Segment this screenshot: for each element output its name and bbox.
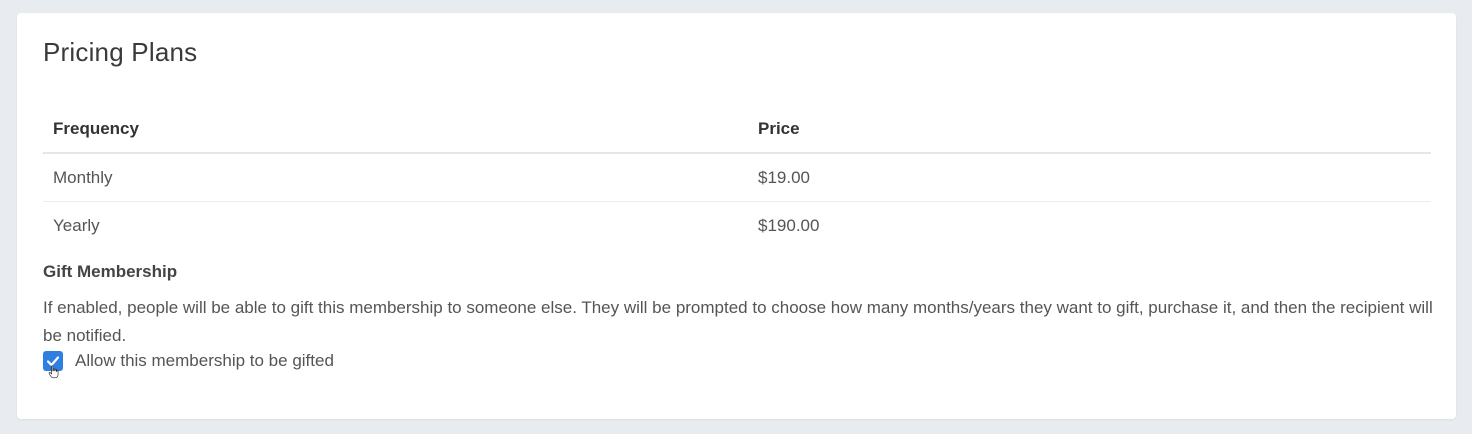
gift-membership-description: If enabled, people will be able to gift … [43,298,1433,345]
card-title: Pricing Plans [43,37,198,67]
table-row: Yearly $190.00 [43,202,1431,250]
header-frequency: Frequency [43,105,748,154]
table-row: Monthly $19.00 [43,153,1431,202]
allow-gift-checkbox-row[interactable]: Allow this membership to be gifted [43,351,334,379]
row-price: $19.00 [748,153,1431,202]
pricing-table: Frequency Price Monthly $19.00 Yearly $1… [43,105,1431,249]
gift-membership-heading: Gift Membership [43,262,178,281]
hand-pointer-icon [48,365,59,379]
allow-gift-checkbox[interactable] [43,351,63,379]
header-price: Price [748,105,1431,154]
allow-gift-checkbox-label[interactable]: Allow this membership to be gifted [75,351,334,371]
row-frequency: Yearly [53,215,100,235]
table-header-row: Frequency Price [43,105,1431,154]
row-frequency: Monthly [43,153,748,202]
row-price: $190.00 [758,215,820,235]
pricing-plans-card: Pricing Plans Frequency Price Monthly $1… [17,13,1456,419]
